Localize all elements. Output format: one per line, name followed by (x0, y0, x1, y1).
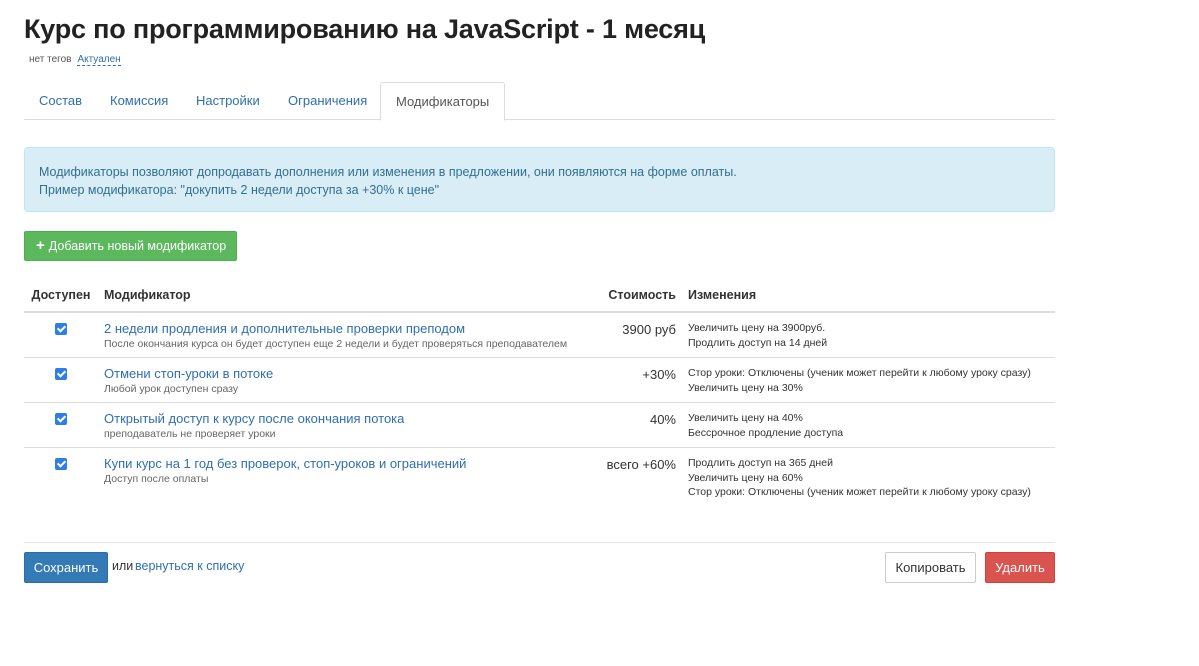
modifier-description: Доступ после оплаты (104, 473, 209, 485)
available-checkbox[interactable] (55, 368, 67, 380)
available-checkbox[interactable] (55, 413, 67, 425)
footer-divider (24, 542, 1055, 543)
available-checkbox[interactable] (55, 323, 67, 335)
row-changes-cell: Увеличить цену на 40% Бессрочное продлен… (682, 402, 1055, 448)
change-line: Увеличить цену на 60% (688, 471, 803, 484)
header-modifier: Модификатор (98, 278, 596, 313)
header-changes: Изменения (682, 278, 1055, 313)
page-title: Курс по программированию на JavaScript -… (24, 14, 706, 44)
modifier-price: +30% (596, 357, 682, 403)
row-available-cell (24, 312, 98, 358)
add-modifier-label: Добавить новый модификатор (48, 239, 227, 253)
tab-restrictions[interactable]: Ограничения (273, 82, 382, 120)
table-row: 2 недели продления и дополнительные пров… (24, 312, 1055, 358)
row-changes-cell: Стор уроки: Отключены (ученик может пере… (682, 357, 1055, 403)
tab-composition[interactable]: Состав (24, 82, 97, 120)
change-line: Стор уроки: Отключены (ученик может пере… (688, 486, 1031, 498)
header-available: Доступен (24, 278, 98, 313)
save-button[interactable]: Сохранить (24, 552, 108, 583)
tab-bar: Состав Комиссия Настройки Ограничения Мо… (24, 82, 1055, 121)
modifier-description: После окончания курса он будет доступен … (104, 338, 568, 350)
row-modifier-cell: 2 недели продления и дополнительные пров… (98, 312, 596, 358)
row-modifier-cell: Отмени стоп-уроки в потоке Любой урок до… (98, 357, 596, 403)
row-available-cell (24, 402, 98, 448)
modifier-price: 40% (596, 402, 682, 448)
tab-commission[interactable]: Комиссия (95, 82, 183, 120)
modifier-price: всего +60% (606, 457, 676, 472)
offer-meta: нет тегов Актуален (29, 54, 121, 66)
modifier-link[interactable]: 2 недели продления и дополнительные пров… (104, 321, 590, 336)
modifier-description: Любой урок доступен сразу (104, 383, 239, 395)
row-available-cell (24, 357, 98, 403)
status-link[interactable]: Актуален (77, 54, 121, 66)
row-modifier-cell: Купи курс на 1 год без проверок, стоп-ур… (98, 448, 596, 507)
delete-button[interactable]: Удалить (985, 552, 1055, 583)
modifier-link[interactable]: Отмени стоп-уроки в потоке (104, 366, 590, 381)
change-line: Увеличить цену на 3900руб. (688, 322, 826, 334)
change-line: Продлить доступ на 14 дней (688, 336, 828, 349)
table-row: Открытый доступ к курсу после окончания … (24, 402, 1055, 448)
info-line-2: Пример модификатора: "докупить 2 недели … (39, 183, 440, 197)
tab-modifiers[interactable]: Модификаторы (380, 82, 506, 121)
row-changes-cell: Увеличить цену на 3900руб. Продлить дост… (682, 312, 1055, 358)
plus-icon: + (36, 237, 45, 254)
row-modifier-cell: Открытый доступ к курсу после окончания … (98, 402, 596, 448)
add-modifier-button[interactable]: + Добавить новый модификатор (24, 231, 237, 261)
row-available-cell (24, 448, 98, 507)
table-row: Купи курс на 1 год без проверок, стоп-ур… (24, 448, 1055, 507)
available-checkbox[interactable] (55, 458, 67, 470)
modifier-link[interactable]: Открытый доступ к курсу после окончания … (104, 411, 590, 426)
info-alert: Модификаторы позволяют допродавать допол… (24, 147, 1055, 212)
copy-button[interactable]: Копировать (885, 552, 976, 583)
table-header-row: Доступен Модификатор Стоимость Изменения (24, 278, 1055, 313)
back-to-list-link[interactable]: вернуться к списку (135, 559, 244, 573)
info-line-1: Модификаторы позволяют допродавать допол… (39, 165, 737, 179)
modifier-price: 3900 руб (596, 312, 682, 358)
change-line: Увеличить цену на 30% (688, 381, 803, 394)
modifier-description: преподаватель не проверяет уроки (104, 428, 276, 440)
modifier-link[interactable]: Купи курс на 1 год без проверок, стоп-ур… (104, 456, 590, 471)
change-line: Стор уроки: Отключены (ученик может пере… (688, 367, 1031, 379)
tags-label: нет тегов (29, 54, 72, 65)
header-price: Стоимость (596, 278, 682, 313)
tab-settings[interactable]: Настройки (181, 82, 275, 120)
change-line: Увеличить цену на 40% (688, 412, 803, 424)
table-row: Отмени стоп-уроки в потоке Любой урок до… (24, 357, 1055, 403)
or-text: или (112, 559, 134, 573)
change-line: Продлить доступ на 365 дней (688, 457, 833, 469)
change-line: Бессрочное продление доступа (688, 426, 844, 439)
row-changes-cell: Продлить доступ на 365 дней Увеличить це… (682, 448, 1055, 507)
modifiers-table: Доступен Модификатор Стоимость Изменения… (24, 278, 1055, 507)
